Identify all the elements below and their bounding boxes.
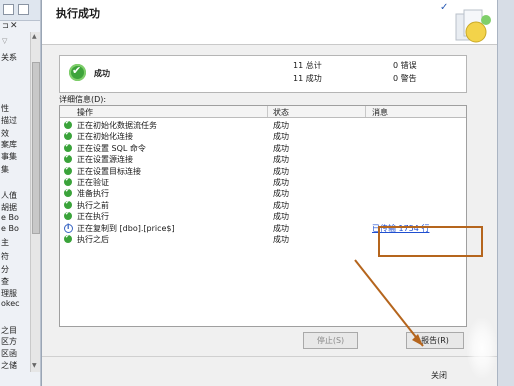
scrollbar-thumb[interactable] (32, 62, 40, 234)
dialog-title: 执行成功 (56, 7, 100, 20)
table-row[interactable]: 正在设置源连接 成功 (60, 153, 466, 165)
object-explorer-toolbar (0, 0, 40, 21)
report-button[interactable]: 报告(R) (406, 332, 464, 349)
execution-dialog: 执行成功 ✓ 成功 11 总计 11 成功 0 错误 0 警告 详细信息(D):… (41, 0, 498, 386)
row-operation: 正在初始化数据流任务 (77, 121, 157, 130)
table-row[interactable]: 正在初始化连接 成功 (60, 130, 466, 142)
check-mark-icon: ✓ (440, 2, 449, 13)
tree-item-label[interactable]: okec (1, 299, 20, 308)
tree-item-label[interactable]: 胡据 (1, 202, 17, 213)
tree-item-label[interactable]: 区函 (1, 348, 17, 359)
left-scrollbar[interactable]: ▲ ▼ (30, 32, 40, 372)
table-row[interactable]: 正在执行 成功 (60, 210, 466, 222)
tree-item-label[interactable]: 查 (1, 276, 9, 287)
tree-item-label[interactable]: 区方 (1, 336, 17, 347)
row-operation: 执行之后 (77, 235, 109, 244)
row-operation: 正在初始化连接 (77, 132, 133, 142)
row-status: 成功 (273, 178, 289, 187)
toolbar-icon[interactable] (3, 4, 14, 15)
row-status: 成功 (273, 200, 289, 210)
summary-panel: 成功 11 总计 11 成功 0 错误 0 警告 (59, 55, 467, 93)
row-status: 成功 (273, 212, 289, 222)
row-operation: 正在执行 (77, 212, 109, 222)
tree-item-label[interactable]: 描过 (1, 115, 17, 126)
success-count: 11 成功 (293, 74, 322, 83)
check-icon (64, 176, 72, 186)
warning-count: 0 警告 (393, 74, 417, 83)
row-status: 成功 (273, 223, 289, 233)
table-row[interactable]: 正在设置 SQL 命令 成功 (60, 142, 466, 154)
scroll-up-icon[interactable]: ▲ (32, 33, 37, 40)
tree-item-label[interactable]: 关系 (1, 52, 17, 63)
summary-status: 成功 (94, 69, 110, 78)
tree-item-label[interactable]: 事集 (1, 151, 17, 162)
details-label: 详细信息(D): (59, 95, 107, 104)
dialog-header: 执行成功 ✓ (42, 0, 498, 45)
header-message[interactable]: 消息 (372, 107, 388, 118)
check-icon (64, 119, 72, 129)
close-button[interactable]: 关闭 (431, 370, 447, 381)
row-operation: 正在设置目标连接 (77, 166, 141, 176)
scroll-down-icon[interactable]: ▼ (32, 362, 37, 369)
tree-item-label[interactable]: e Bo (1, 213, 19, 222)
tree-item-label[interactable]: 效 (1, 128, 9, 139)
row-operation: 执行之前 (77, 200, 109, 210)
footer-divider (42, 356, 498, 357)
row-status: 成功 (273, 166, 289, 176)
table-row[interactable]: 正在设置目标连接 成功 (60, 165, 466, 177)
folder-icon[interactable] (18, 4, 29, 15)
check-icon (64, 130, 72, 141)
filter-icon[interactable]: ▽ (2, 37, 7, 45)
tree-item-label[interactable]: 性 (1, 103, 9, 114)
tree-item-label[interactable]: 之储 (1, 360, 17, 371)
total-count: 11 总计 (293, 61, 322, 70)
tree-item-label[interactable]: 理服 (1, 288, 17, 299)
row-status: 成功 (273, 121, 289, 130)
header-operation[interactable]: 操作 (77, 107, 93, 118)
image-glare (467, 318, 497, 378)
row-status: 成功 (273, 132, 289, 142)
row-status: 成功 (273, 155, 289, 165)
row-status: 成功 (273, 235, 289, 244)
row-status: 成功 (273, 143, 289, 153)
tree-item-label[interactable]: 符 (1, 251, 9, 262)
tree-item-label[interactable]: 人值 (1, 190, 17, 201)
highlight-box (378, 226, 483, 257)
row-operation: 正在设置 SQL 命令 (77, 143, 146, 153)
tree-item-label[interactable]: 案库 (1, 139, 17, 150)
pin-icon[interactable]: ⊐ (2, 21, 9, 30)
row-operation: 正在验证 (77, 178, 109, 187)
tree-item-label[interactable]: 主 (1, 237, 9, 248)
row-operation: 正在复制到 [dbo].[price$] (77, 223, 175, 233)
stop-button[interactable]: 停止(S) (303, 332, 358, 349)
background-object-explorer: ⊐ ✕ ▽ 关系性描过效案库 事集集人值 胡据 e Bo e Bo 主符分查理服 okec 之… (0, 0, 41, 386)
error-count: 0 错误 (393, 61, 417, 70)
background-window-edge (497, 0, 514, 386)
table-row[interactable]: 执行之前 成功 (60, 199, 466, 211)
tree-item-label[interactable]: 之目 (1, 325, 17, 336)
check-icon (64, 165, 72, 175)
details-table[interactable]: 操作 状态 消息 正在初始化数据流任务成功正在初始化连接成功正在设置 SQL 命… (59, 105, 467, 327)
close-icon[interactable]: ✕ (10, 21, 18, 31)
tree-item-label[interactable]: 集 (1, 164, 9, 175)
check-icon (64, 142, 72, 152)
success-icon (69, 64, 86, 81)
check-icon (64, 153, 72, 164)
row-operation: 准备执行 (77, 189, 109, 199)
check-icon (64, 199, 72, 209)
check-icon (64, 233, 72, 243)
table-row[interactable]: 正在验证 成功 (60, 176, 466, 188)
info-icon (64, 223, 73, 233)
header-status[interactable]: 状态 (273, 107, 289, 118)
row-status: 成功 (273, 189, 289, 199)
row-operation: 正在设置源连接 (77, 155, 133, 165)
tree-item-label[interactable]: 分 (1, 264, 9, 275)
table-row[interactable]: 准备执行 成功 (60, 187, 466, 199)
table-row[interactable]: 正在初始化数据流任务 成功 (60, 119, 466, 131)
tree-item-label[interactable]: e Bo (1, 224, 19, 233)
table-header: 操作 状态 消息 (60, 106, 466, 118)
check-icon (64, 187, 72, 198)
check-icon (64, 210, 72, 221)
wizard-logo-icon (455, 9, 491, 43)
